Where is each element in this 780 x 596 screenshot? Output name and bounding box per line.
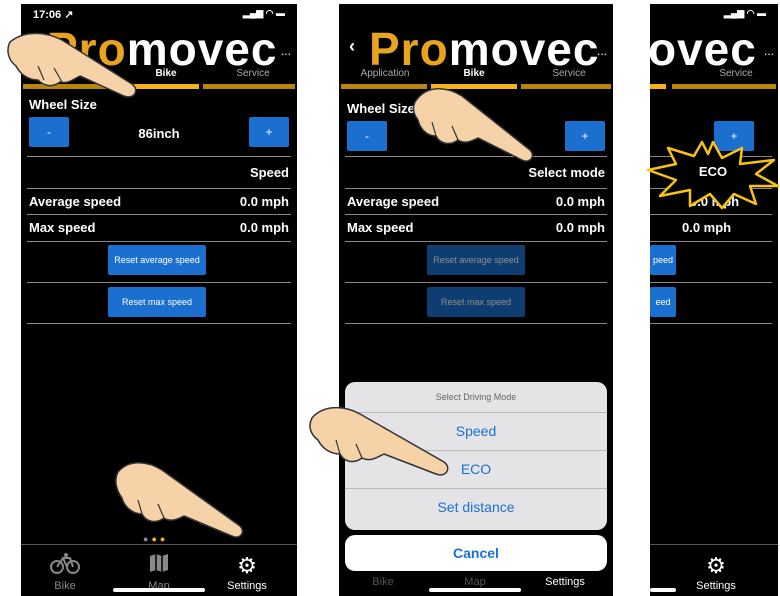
nav-settings[interactable]: ⚙ Settings	[686, 552, 746, 592]
divider	[650, 282, 772, 283]
average-speed-value: 0.0 mph	[239, 194, 289, 209]
wheel-size-decrease-button[interactable]: -	[347, 121, 387, 151]
average-speed-row: Average speed 0.0 mph	[29, 194, 289, 209]
divider	[345, 282, 607, 283]
reset-max-speed-button[interactable]: Reset max speed	[427, 287, 525, 317]
reset-average-speed-button[interactable]: peed	[650, 245, 676, 275]
home-indicator	[429, 588, 521, 592]
divider	[345, 188, 607, 189]
divider	[27, 323, 291, 324]
max-speed-value: 0.0 mph	[682, 220, 732, 235]
tab-indicator-bike	[650, 84, 666, 89]
status-icons: ▂▄▆ ◠ ▬	[242, 8, 285, 18]
divider	[650, 214, 772, 215]
divider	[27, 214, 291, 215]
average-speed-label: Average speed	[29, 194, 122, 209]
pointing-hand-icon	[2, 22, 152, 107]
tab-application[interactable]: Application	[347, 68, 423, 79]
tab-service[interactable]: Service	[527, 68, 611, 79]
pointing-hand-icon	[112, 456, 252, 545]
pointing-hand-icon	[306, 400, 456, 485]
gear-icon: ⚙	[706, 553, 726, 578]
max-speed-row: Max speed 0.0 mph	[29, 220, 289, 235]
max-speed-value: 0.0 mph	[239, 220, 289, 235]
nav-bike-label: Bike	[54, 580, 76, 592]
phone-screen-3: ▂▄▆ ◠ ▬ ovec ... Service + 0.0 mph 0.0 m…	[650, 4, 778, 596]
tab-service[interactable]: Service	[211, 68, 295, 79]
reset-max-speed-button[interactable]: eed	[650, 287, 676, 317]
tab-bike[interactable]: Bike	[439, 68, 509, 79]
promovec-logo: Promovec	[369, 26, 599, 72]
max-speed-row: Max speed 0.0 mph	[347, 220, 605, 235]
nav-map[interactable]: Map	[129, 552, 189, 592]
average-speed-label: Average speed	[347, 194, 440, 209]
home-indicator	[113, 588, 205, 592]
divider	[27, 156, 291, 157]
divider	[345, 214, 607, 215]
divider	[650, 241, 772, 242]
max-speed-value: 0.0 mph	[555, 220, 605, 235]
max-speed-label: Max speed	[29, 220, 96, 235]
selected-mode-label: ECO	[698, 164, 728, 179]
average-speed-row: Average speed 0.0 mph	[347, 194, 605, 209]
divider	[27, 188, 291, 189]
eco-highlight-burst: ECO	[646, 140, 780, 210]
status-icons: ▂▄▆ ◠ ▬	[723, 8, 766, 18]
nav-settings-label: Settings	[696, 580, 736, 592]
more-menu-icon[interactable]: ...	[597, 44, 607, 58]
nav-settings-label: Settings	[227, 580, 267, 592]
nav-bike[interactable]: Bike	[353, 560, 413, 588]
reset-average-speed-button[interactable]: Reset average speed	[108, 245, 206, 275]
mode-selector[interactable]: Speed	[29, 165, 289, 180]
reset-average-speed-button[interactable]: Reset average speed	[427, 245, 525, 275]
nav-settings[interactable]: ⚙ Settings	[217, 552, 277, 592]
map-icon	[129, 552, 189, 580]
tab-service[interactable]: Service	[694, 68, 778, 79]
promovec-logo-partial: ovec	[650, 26, 757, 72]
wheel-size-increase-button[interactable]: +	[565, 121, 605, 151]
wheel-size-increase-button[interactable]: +	[249, 117, 289, 147]
wheel-size-decrease-button[interactable]: -	[29, 117, 69, 147]
bicycle-icon	[35, 552, 95, 580]
option-set-distance[interactable]: Set distance	[345, 489, 607, 526]
nav-map-label: Map	[464, 576, 486, 588]
divider	[27, 282, 291, 283]
max-speed-label: Max speed	[347, 220, 414, 235]
tab-indicator-service	[203, 84, 295, 89]
reset-max-speed-button[interactable]: Reset max speed	[108, 287, 206, 317]
status-time: 17:06 ↗	[33, 9, 74, 21]
divider	[345, 241, 607, 242]
tab-bar-divider	[650, 544, 778, 545]
more-menu-icon[interactable]: ...	[281, 44, 291, 58]
divider	[27, 241, 291, 242]
pointing-hand-icon	[410, 80, 540, 169]
more-menu-icon[interactable]: ...	[764, 44, 774, 58]
gear-icon: ⚙	[237, 553, 257, 578]
nav-bike[interactable]: Bike	[35, 552, 95, 592]
nav-bike-label: Bike	[372, 576, 394, 588]
nav-map[interactable]: Map	[445, 560, 505, 588]
nav-settings-label: Settings	[545, 576, 585, 588]
nav-settings[interactable]: Settings	[535, 560, 595, 588]
back-chevron-icon[interactable]: ‹	[349, 36, 355, 57]
wheel-size-value: 86inch	[138, 126, 180, 141]
tab-indicator-service	[672, 84, 776, 89]
average-speed-value: 0.0 mph	[555, 194, 605, 209]
divider	[650, 323, 772, 324]
divider	[345, 323, 607, 324]
home-indicator	[650, 588, 676, 592]
